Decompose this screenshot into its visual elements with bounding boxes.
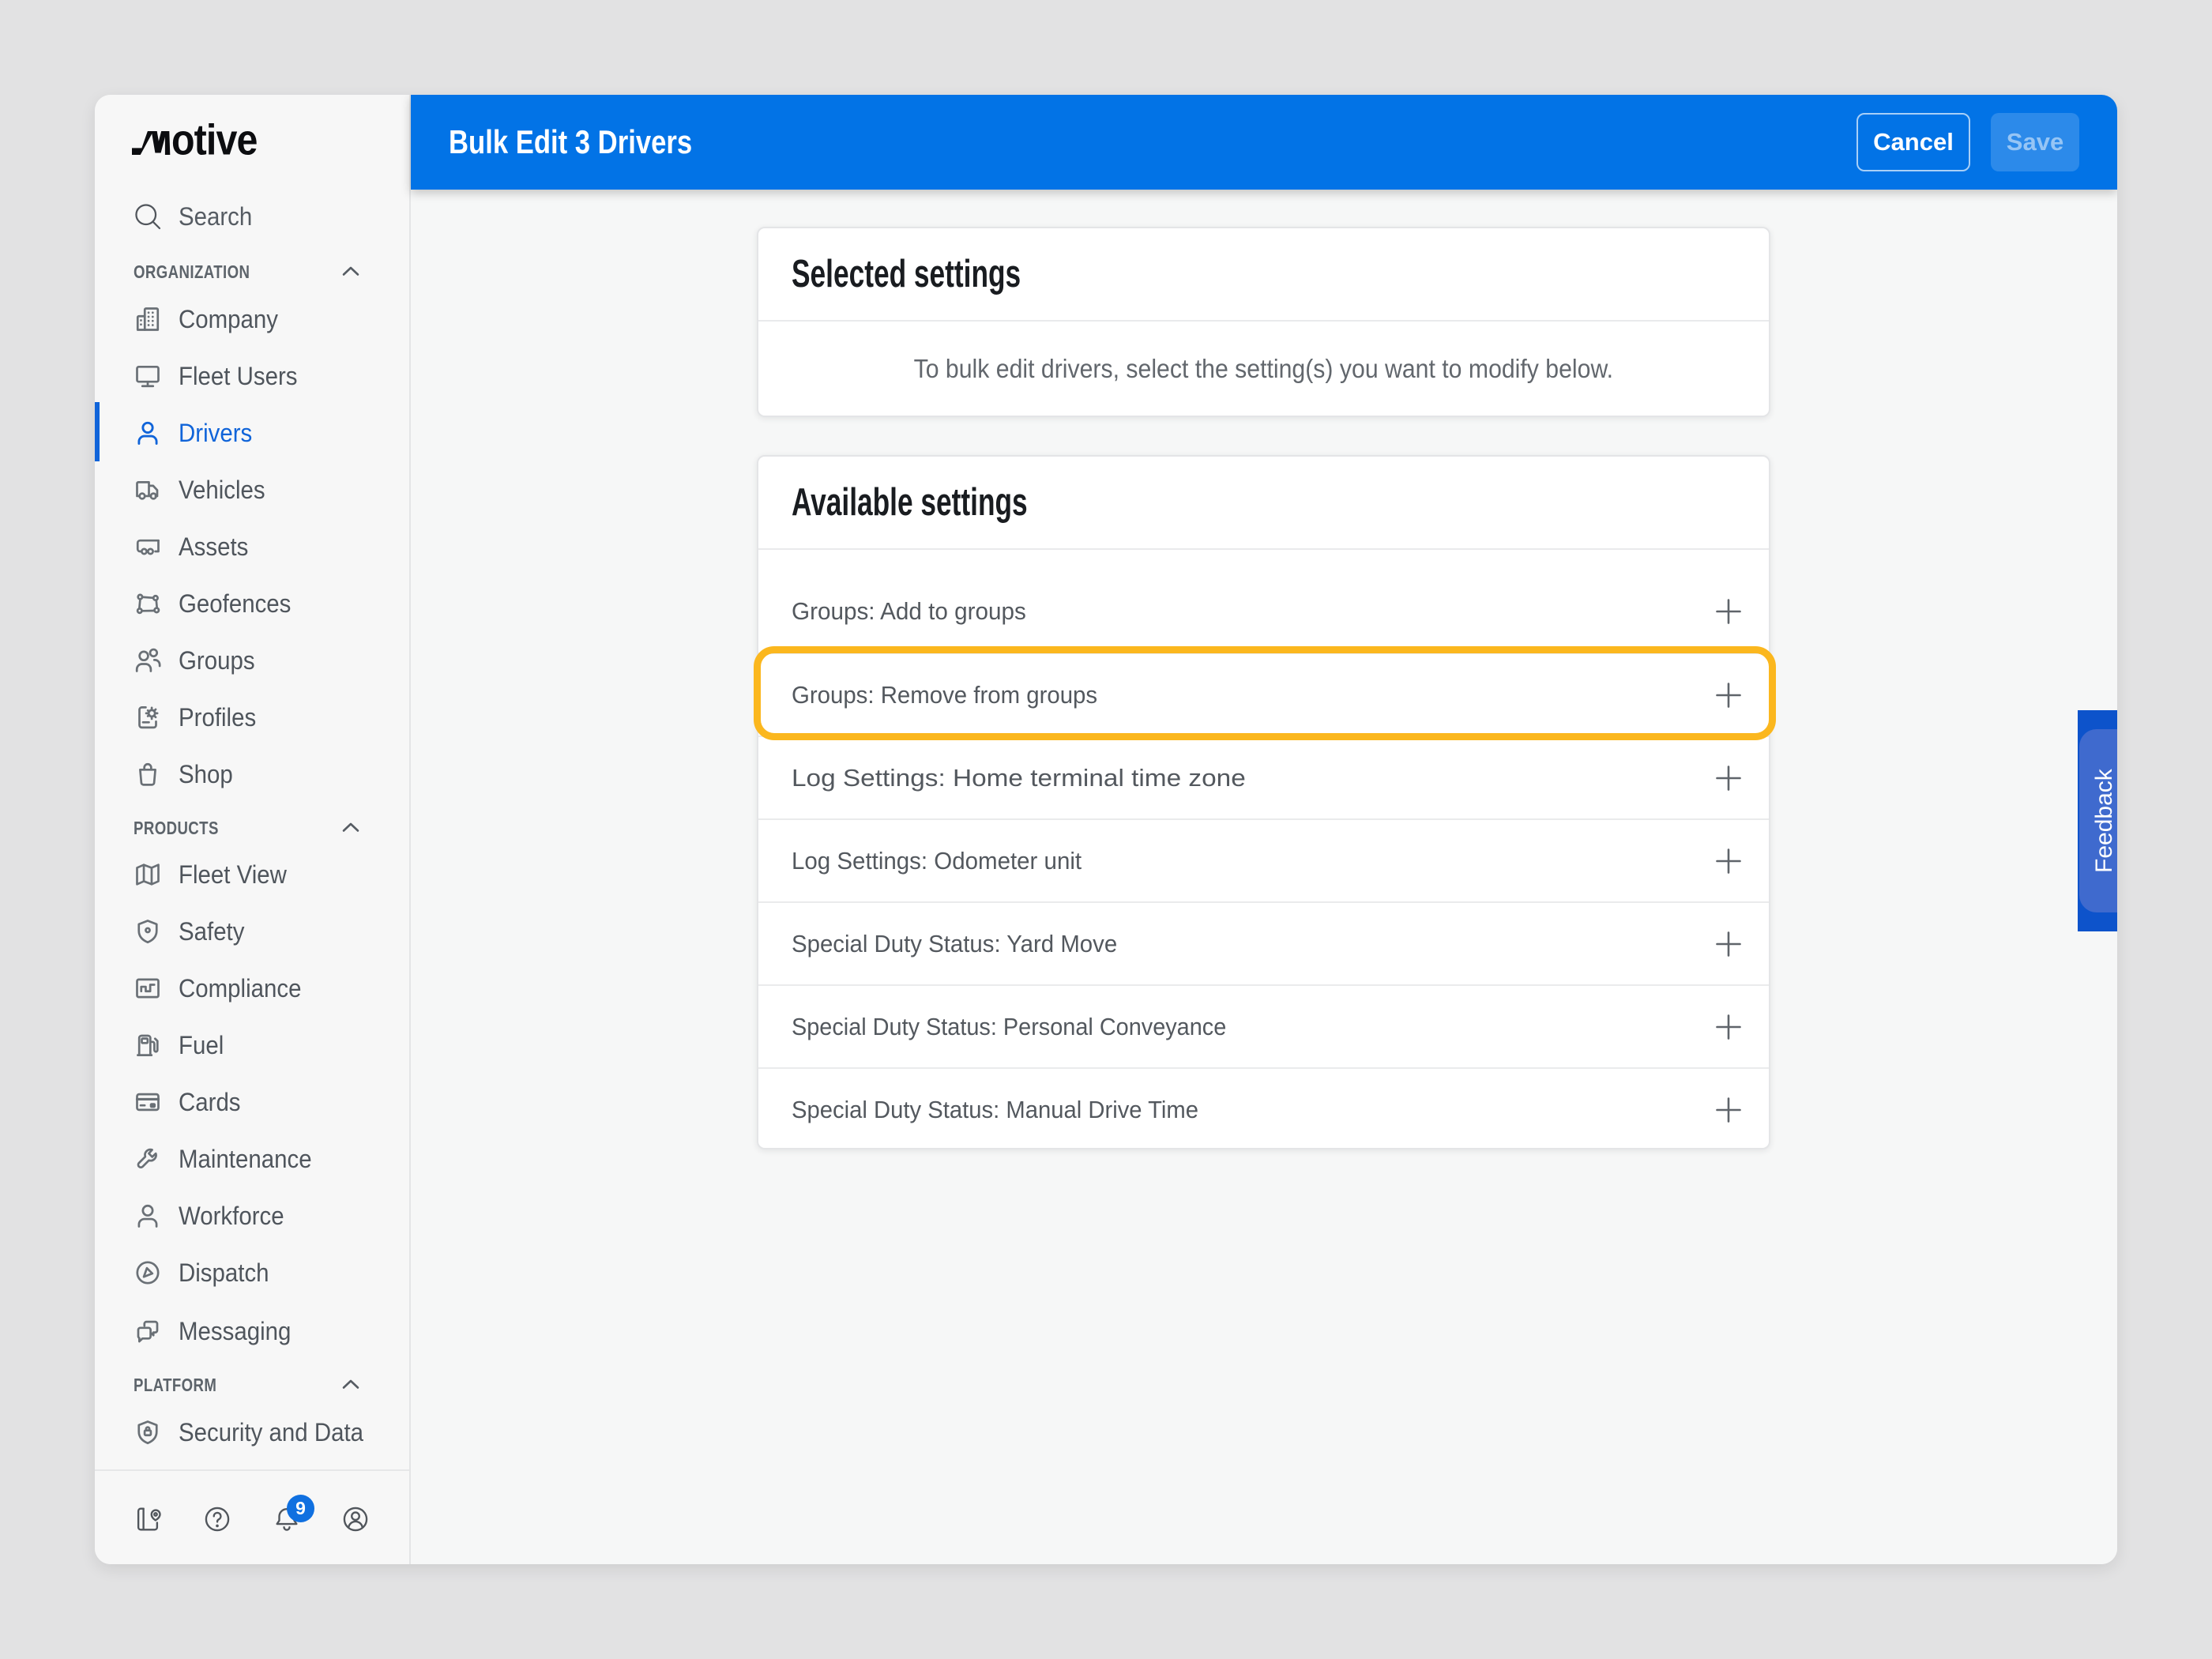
svg-text:otive: otive xyxy=(171,123,258,155)
